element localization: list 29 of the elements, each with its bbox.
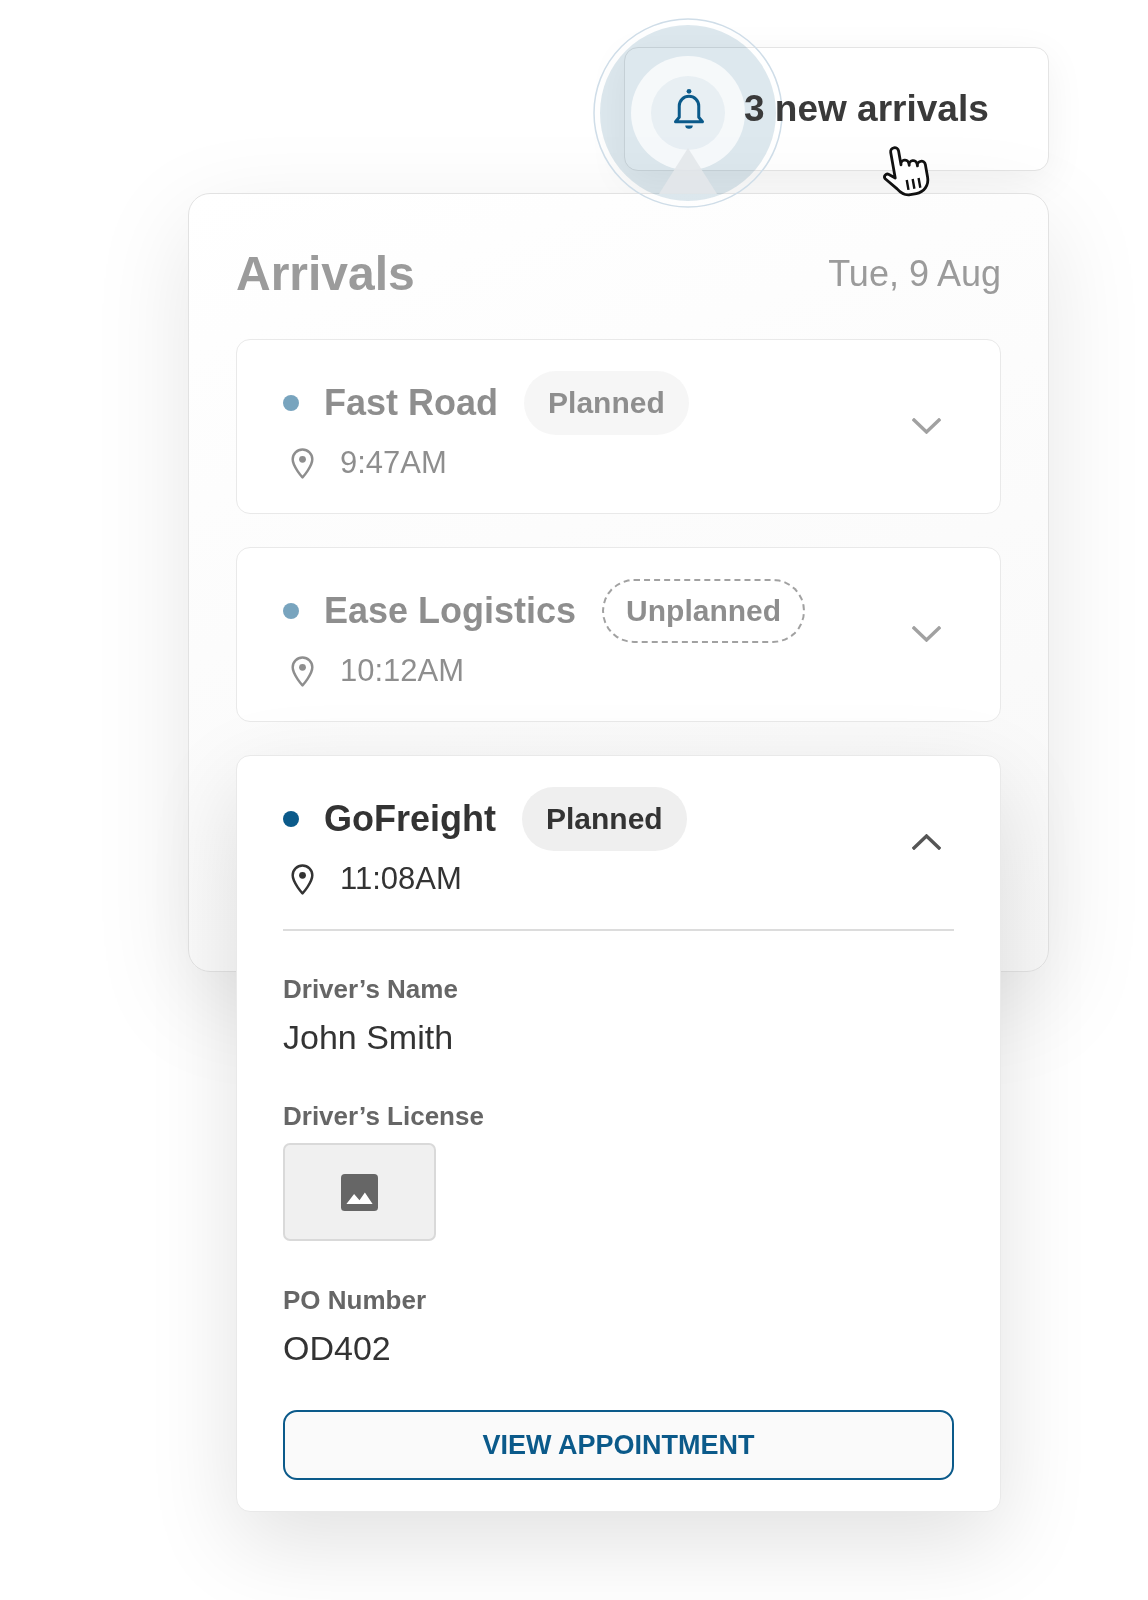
field-value: John Smith bbox=[283, 1017, 454, 1057]
status-badge: Planned bbox=[522, 787, 687, 851]
license-thumbnail[interactable] bbox=[283, 1143, 436, 1241]
chevron-up-icon[interactable] bbox=[912, 834, 941, 850]
location-pin-icon bbox=[290, 655, 315, 687]
arrival-time: 10:12AM bbox=[340, 653, 465, 689]
carrier-name: Fast Road bbox=[324, 382, 499, 424]
arrival-time: 9:47AM bbox=[340, 445, 447, 481]
carrier-name: GoFreight bbox=[324, 798, 496, 840]
carrier-name: Ease Logistics bbox=[324, 590, 577, 632]
field-value: OD402 bbox=[283, 1328, 391, 1368]
status-badge: Unplanned bbox=[602, 579, 806, 643]
arrival-time: 11:08AM bbox=[340, 861, 462, 897]
location-pin-icon bbox=[290, 447, 315, 479]
panel-title: Arrivals bbox=[236, 246, 415, 302]
status-dot-icon bbox=[283, 395, 299, 411]
status-dot-icon bbox=[283, 811, 299, 827]
field-label: Driver’s License bbox=[283, 1101, 484, 1131]
date-label: Tue, 9 Aug bbox=[828, 252, 1001, 296]
status-badge: Planned bbox=[524, 371, 689, 435]
view-appointment-button[interactable]: VIEW APPOINTMENT bbox=[283, 1410, 954, 1480]
status-dot-icon bbox=[283, 603, 299, 619]
chevron-down-icon[interactable] bbox=[912, 418, 941, 434]
field-label: Driver’s Name bbox=[283, 974, 458, 1004]
chevron-down-icon[interactable] bbox=[912, 626, 941, 642]
bell-icon bbox=[671, 88, 707, 130]
field-label: PO Number bbox=[283, 1285, 427, 1315]
image-icon bbox=[341, 1173, 378, 1211]
location-pin-icon bbox=[290, 863, 315, 895]
